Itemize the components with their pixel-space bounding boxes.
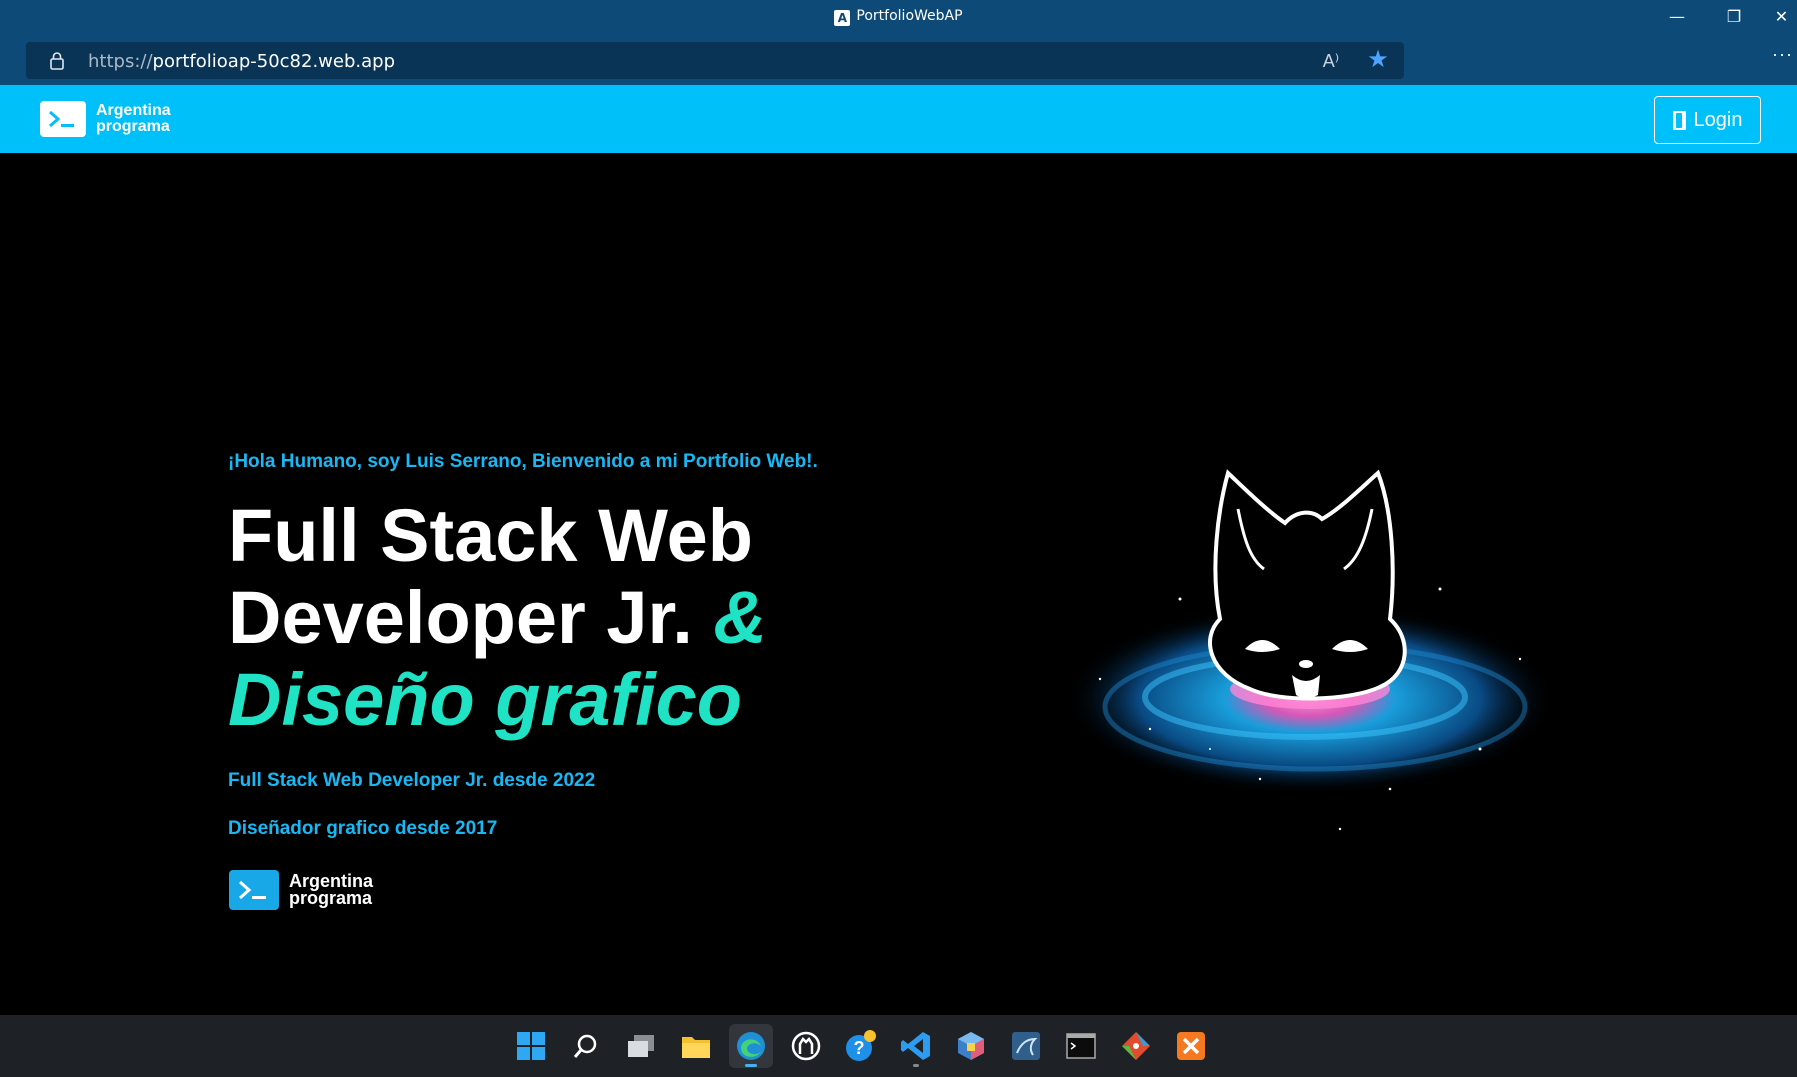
read-aloud-icon[interactable]: A⁾ (1318, 48, 1344, 74)
active-app-indicator (745, 1064, 757, 1067)
url-text[interactable]: https://portfolioap-50c82.web.app (88, 51, 395, 72)
search-icon[interactable] (564, 1024, 608, 1068)
restore-button[interactable]: ❐ (1711, 0, 1757, 34)
github-desktop-icon[interactable] (784, 1024, 828, 1068)
brand-line1: Argentina (96, 102, 171, 119)
terminal-prompt-icon (229, 870, 279, 910)
hero-brand-logo: Argentina programa (229, 870, 373, 910)
edge-browser-icon[interactable] (729, 1024, 773, 1068)
svg-text:?: ? (854, 1038, 865, 1058)
window-titlebar: A PortfolioWebAP — ❐ ✕ (0, 0, 1797, 34)
windows-start-icon[interactable] (509, 1024, 553, 1068)
brand-text: Argentina programa (96, 103, 171, 135)
mysql-workbench-icon[interactable] (1004, 1024, 1048, 1068)
brand-line2: programa (96, 118, 170, 135)
virtualbox-icon[interactable] (949, 1024, 993, 1068)
galaxy-cat-illustration (1065, 469, 1555, 831)
headline-line2-text: Developer Jr. (228, 576, 693, 659)
url-protocol: https:// (88, 51, 153, 72)
minimize-button[interactable]: — (1654, 0, 1700, 34)
window-title-text: PortfolioWebAP (856, 8, 963, 24)
vscode-icon[interactable] (894, 1024, 938, 1068)
file-explorer-icon[interactable] (674, 1024, 718, 1068)
headline-line3: Diseño grafico (228, 658, 742, 741)
navbar-brand-logo[interactable]: Argentina programa (40, 101, 171, 137)
headline-line1: Full Stack Web (228, 494, 753, 577)
greeting-text: ¡Hola Humano, soy Luis Serrano, Bienveni… (228, 451, 818, 472)
headline-line2: Developer Jr. & (228, 577, 948, 659)
login-button[interactable]: Login (1654, 96, 1761, 144)
terminal-prompt-icon (40, 101, 86, 137)
lock-icon[interactable] (46, 50, 68, 72)
url-host: portfolioap-50c82.web.app (152, 51, 395, 72)
more-options-icon[interactable]: ··· (1772, 44, 1793, 65)
task-view-icon[interactable] (619, 1024, 663, 1068)
subtitle-designer: Diseñador grafico desde 2017 (228, 818, 498, 839)
open-app-indicator (913, 1064, 919, 1067)
xampp-icon[interactable] (1169, 1024, 1213, 1068)
brand-line2: programa (289, 888, 373, 908)
favorite-star-icon[interactable]: ★ (1364, 46, 1392, 74)
git-icon[interactable] (1114, 1024, 1158, 1068)
terminal-icon[interactable] (1059, 1024, 1103, 1068)
login-label: Login (1693, 108, 1743, 131)
subtitle-developer: Full Stack Web Developer Jr. desde 2022 (228, 770, 596, 791)
hero-section: ¡Hola Humano, soy Luis Serrano, Bienveni… (0, 153, 1797, 1015)
site-navbar: Argentina programa Login (0, 85, 1797, 153)
browser-toolbar: https://portfolioap-50c82.web.app A⁾ ★ ·… (0, 34, 1797, 85)
windows-taskbar: ? (0, 1015, 1797, 1077)
door-icon (1672, 110, 1686, 130)
address-bar[interactable]: https://portfolioap-50c82.web.app A⁾ ★ (26, 42, 1404, 79)
angular-app-icon: A (834, 10, 851, 26)
brand-text: Argentina programa (289, 872, 373, 908)
hero-headline: Full Stack Web Developer Jr. & Diseño gr… (228, 495, 948, 741)
window-title: A PortfolioWebAP (0, 8, 1797, 26)
help-icon[interactable]: ? (839, 1024, 883, 1068)
headline-ampersand: & (713, 576, 767, 659)
close-button[interactable]: ✕ (1766, 0, 1797, 34)
